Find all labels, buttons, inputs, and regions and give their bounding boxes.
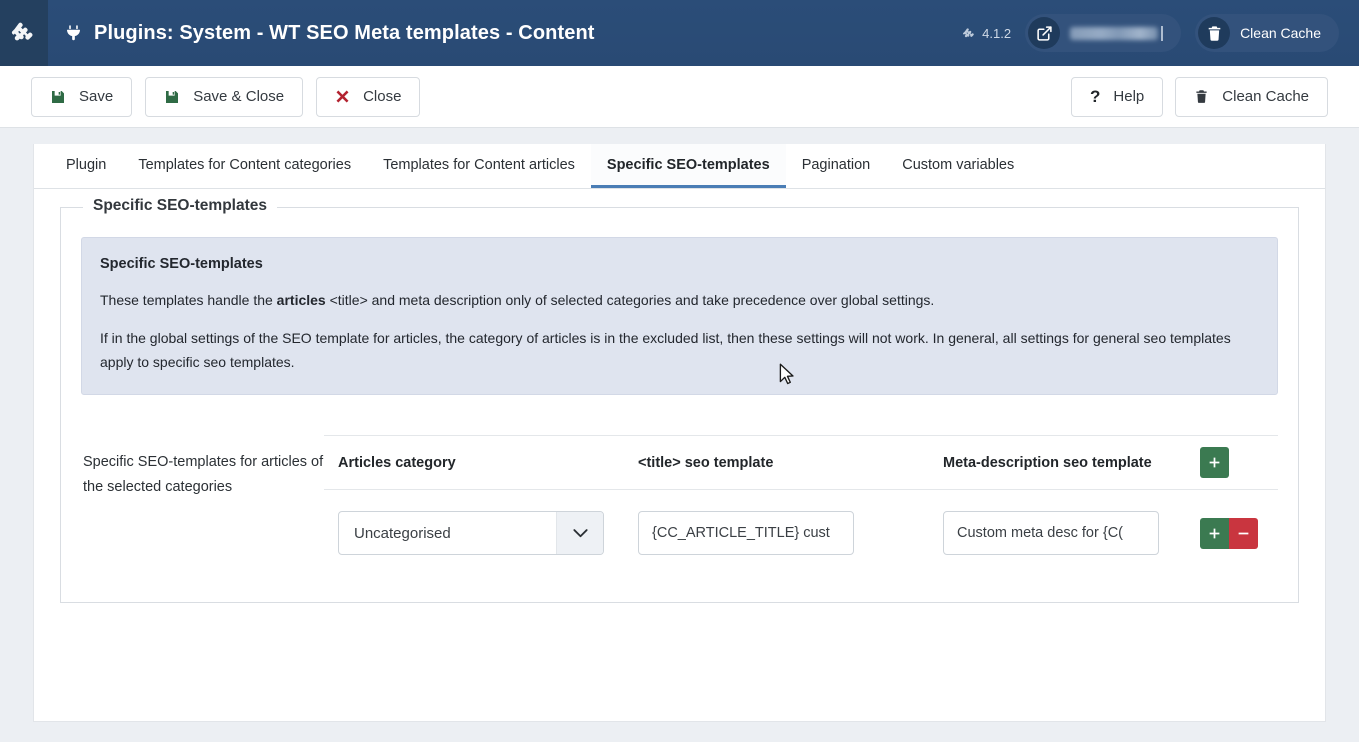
meta-description-seo-template-cell [943, 511, 1200, 555]
alert-p1-before: These templates handle the [100, 292, 277, 308]
question-mark-icon: ? [1090, 88, 1100, 105]
trash-icon [1198, 17, 1230, 49]
joomla-logo-panel[interactable] [0, 0, 48, 66]
subform-row: Uncategorised [324, 490, 1278, 576]
column-header-title-seo-template: <title> seo template [638, 455, 943, 471]
tab-plugin[interactable]: Plugin [50, 144, 122, 188]
subform-field-label: Specific SEO-templates for articles of t… [81, 435, 324, 576]
row-remove-button[interactable] [1229, 518, 1258, 549]
plus-icon [1208, 456, 1221, 469]
header-clean-cache-label: Clean Cache [1240, 25, 1321, 41]
specific-seo-templates-fieldset: Specific SEO-templates Specific SEO-temp… [60, 207, 1299, 603]
column-header-actions [1200, 447, 1278, 478]
header-clean-cache-button[interactable]: Clean Cache [1195, 14, 1339, 52]
tab-specific-seo-templates[interactable]: Specific SEO-templates [591, 144, 786, 188]
info-alert-title: Specific SEO-templates [100, 256, 1259, 272]
row-actions-cell [1200, 518, 1278, 549]
site-name-redacted [1070, 26, 1163, 41]
admin-header: Plugins: System - WT SEO Meta templates … [0, 0, 1359, 66]
row-add-button[interactable] [1200, 518, 1229, 549]
plus-icon [1208, 527, 1221, 540]
info-alert-paragraph-1: These templates handle the articles <tit… [100, 288, 1259, 312]
save-button-label: Save [79, 88, 113, 105]
articles-category-select[interactable]: Uncategorised [338, 511, 604, 555]
toolbar-right-group: ? Help Clean Cache [1071, 77, 1328, 117]
clean-cache-button[interactable]: Clean Cache [1175, 77, 1328, 117]
x-mark-icon [335, 89, 350, 104]
chevron-down-icon [556, 512, 603, 554]
close-button[interactable]: Close [316, 77, 420, 117]
floppy-disk-icon [164, 89, 180, 105]
joomla-mark-icon [963, 27, 976, 40]
trash-icon [1194, 88, 1209, 105]
column-header-articles-category: Articles category [338, 455, 638, 471]
articles-category-cell: Uncategorised [338, 511, 638, 555]
title-seo-template-cell [638, 511, 943, 555]
toolbar: Save Save & Close Close ? Help Clean Cac… [0, 66, 1359, 128]
save-button[interactable]: Save [31, 77, 132, 117]
header-title-wrap: Plugins: System - WT SEO Meta templates … [64, 22, 595, 45]
tab-bar: Plugin Templates for Content categories … [34, 144, 1325, 189]
minus-icon [1237, 527, 1250, 540]
fieldset-legend: Specific SEO-templates [83, 197, 277, 215]
page-title: Plugins: System - WT SEO Meta templates … [94, 22, 595, 45]
meta-description-seo-template-input[interactable] [943, 511, 1159, 555]
help-button[interactable]: ? Help [1071, 77, 1163, 117]
plug-icon [64, 23, 83, 44]
header-actions: 4.1.2 Clean Cache [963, 14, 1359, 52]
title-seo-template-input[interactable] [638, 511, 854, 555]
joomla-logo-icon [11, 20, 37, 46]
toolbar-left-group: Save Save & Close Close [31, 77, 420, 117]
clean-cache-button-label: Clean Cache [1222, 88, 1309, 105]
save-and-close-button[interactable]: Save & Close [145, 77, 303, 117]
save-and-close-button-label: Save & Close [193, 88, 284, 105]
articles-category-selected-value: Uncategorised [339, 525, 556, 542]
subform-add-row-button[interactable] [1200, 447, 1229, 478]
tab-templates-content-categories[interactable]: Templates for Content categories [122, 144, 367, 188]
external-link-icon [1028, 17, 1060, 49]
help-button-label: Help [1113, 88, 1144, 105]
joomla-version: 4.1.2 [963, 26, 1011, 41]
tab-pagination[interactable]: Pagination [786, 144, 887, 188]
info-alert: Specific SEO-templates These templates h… [81, 237, 1278, 395]
tab-templates-content-articles[interactable]: Templates for Content articles [367, 144, 591, 188]
version-label: 4.1.2 [982, 26, 1011, 41]
subform-table: Articles category <title> seo template M… [324, 435, 1278, 576]
subform-header-row: Articles category <title> seo template M… [324, 435, 1278, 490]
close-button-label: Close [363, 88, 401, 105]
column-header-meta-description-seo-template: Meta-description seo template [943, 455, 1200, 471]
page-wrapper: Plugin Templates for Content categories … [0, 128, 1359, 722]
preview-site-button[interactable] [1025, 14, 1181, 52]
content-card: Plugin Templates for Content categories … [33, 144, 1326, 722]
tab-custom-variables[interactable]: Custom variables [886, 144, 1030, 188]
subform-field: Specific SEO-templates for articles of t… [81, 435, 1278, 576]
alert-p1-bold: articles [277, 292, 326, 308]
row-actions [1200, 518, 1258, 549]
floppy-disk-icon [50, 89, 66, 105]
alert-p1-after: <title> and meta description only of sel… [326, 292, 935, 308]
info-alert-paragraph-2: If in the global settings of the SEO tem… [100, 326, 1259, 374]
